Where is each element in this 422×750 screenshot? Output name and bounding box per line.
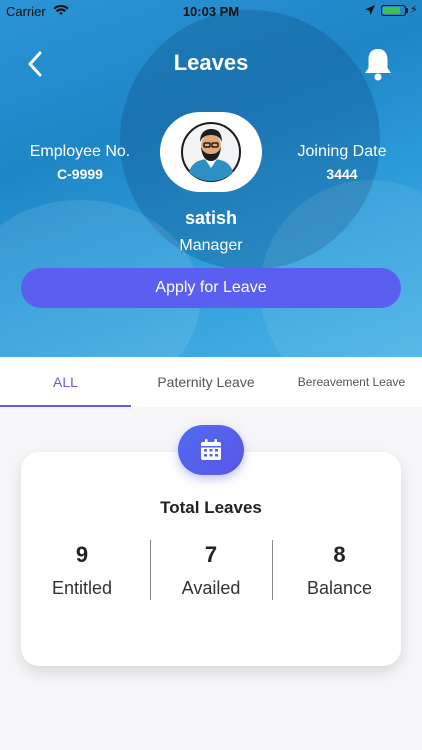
battery-icon: [381, 5, 406, 16]
bell-icon[interactable]: [362, 46, 394, 82]
tab-paternity-leave[interactable]: Paternity Leave: [131, 357, 281, 407]
tab-all[interactable]: ALL: [0, 357, 131, 407]
balance-label: Balance: [306, 578, 373, 598]
status-bar: Carrier 10:03 PM ⚡: [0, 0, 422, 22]
joining-date-label: Joining Date: [297, 143, 387, 160]
total-leaves-title: Total Leaves: [160, 498, 262, 517]
employee-number-label: Employee No.: [29, 143, 131, 160]
calendar-icon: [201, 439, 221, 460]
user-avatar-icon: [181, 122, 241, 182]
entitled-label: Entitled: [51, 578, 113, 598]
availed-label: Availed: [181, 578, 241, 598]
tab-bereavement-leave[interactable]: Bereavement Leave: [281, 357, 422, 407]
user-role: Manager: [179, 237, 243, 254]
entitled-count: 9: [75, 542, 89, 567]
stat-divider: [272, 540, 273, 600]
joining-date-value: 3444: [326, 166, 358, 182]
avatar[interactable]: [160, 112, 262, 192]
employee-number-value: C-9999: [57, 166, 103, 182]
user-name: satish: [184, 208, 238, 228]
page-title: Leaves: [173, 50, 249, 75]
charging-icon: ⚡: [410, 4, 418, 16]
leave-type-tabs: ALL Paternity Leave Bereavement Leave: [0, 357, 422, 407]
location-arrow-icon: [365, 5, 375, 15]
calendar-button[interactable]: [178, 425, 244, 475]
active-tab-indicator: [0, 405, 131, 407]
balance-count: 8: [333, 542, 346, 567]
apply-for-leave-button[interactable]: Apply for Leave: [21, 268, 401, 308]
availed-count: 7: [204, 542, 218, 567]
clock: 10:03 PM: [182, 4, 240, 19]
